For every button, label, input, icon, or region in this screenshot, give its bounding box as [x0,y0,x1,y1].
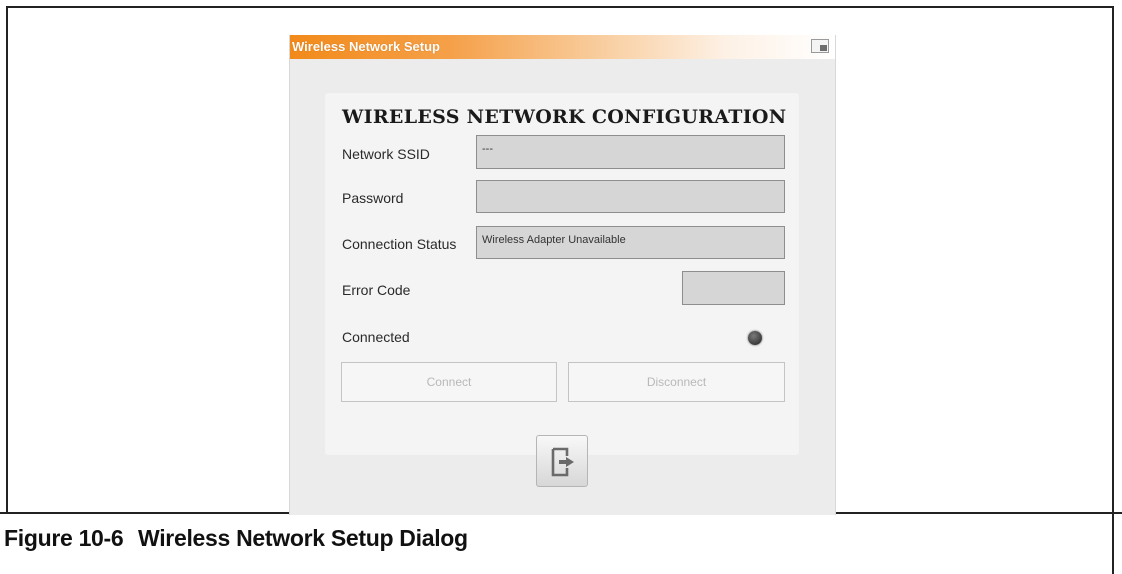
configuration-panel: WIRELESS NETWORK CONFIGURATION Network S… [325,93,799,455]
figure-caption: Figure 10-6 Wireless Network Setup Dialog [4,525,468,552]
password-label: Password [342,190,404,206]
network-ssid-label: Network SSID [342,146,430,162]
figure-number: Figure 10-6 [4,525,124,551]
title-bar: Wireless Network Setup [290,35,835,59]
panel-heading: WIRELESS NETWORK CONFIGURATION [342,106,787,128]
network-ssid-field[interactable]: --- [476,135,785,169]
dialog-title: Wireless Network Setup [292,39,440,54]
window-icon[interactable] [811,39,829,53]
connected-label: Connected [342,329,410,345]
disconnect-button[interactable]: Disconnect [568,362,785,402]
connect-button[interactable]: Connect [341,362,557,402]
connection-status-label: Connection Status [342,236,457,252]
password-field[interactable] [476,180,785,213]
frame-edge [1112,512,1114,574]
exit-button[interactable] [536,435,588,487]
error-code-label: Error Code [342,282,411,298]
figure-title: Wireless Network Setup Dialog [138,525,468,551]
exit-icon [551,447,574,477]
connection-status-field: Wireless Adapter Unavailable [476,226,785,259]
connection-indicator-icon [748,331,762,345]
wireless-network-setup-dialog: Wireless Network Setup WIRELESS NETWORK … [289,35,836,515]
error-code-field [682,271,785,305]
